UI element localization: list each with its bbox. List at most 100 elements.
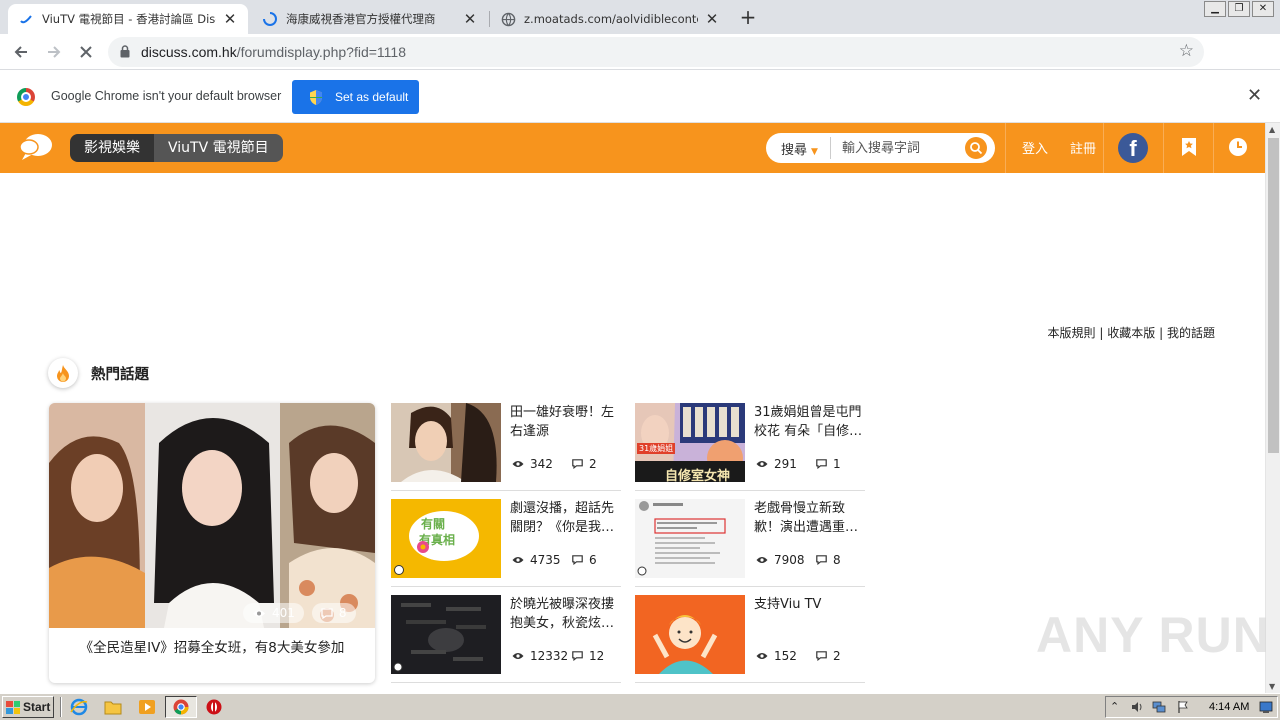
- featured-caption[interactable]: 《全民造星IV》招募全女班，有8大美女參加: [49, 636, 375, 656]
- show-desktop-icon[interactable]: [1259, 700, 1273, 714]
- comment-count: 1: [833, 457, 841, 471]
- breadcrumb-entertainment[interactable]: 影視娛樂: [70, 134, 154, 162]
- eye-icon: [756, 461, 768, 467]
- list-item[interactable]: 有關 有真相 劇還沒播，超話先關閉？《你是我… 4735 6: [391, 499, 621, 587]
- view-count: 152: [774, 649, 797, 663]
- forum-links: 本版規則 | 收藏本版 | 我的話題: [1048, 324, 1215, 341]
- comment-count: 8: [833, 553, 841, 567]
- featured-stats: 401 8: [243, 603, 356, 623]
- eye-icon: [512, 557, 524, 563]
- search-button[interactable]: [965, 137, 987, 159]
- hot-topics-title: 熱門話題: [91, 366, 149, 383]
- address-bar[interactable]: discuss.com.hk/forumdisplay.php?fid=1118…: [108, 37, 1204, 67]
- list-item[interactable]: 31歲娟姐 自修室女神 31歲娟姐曾是屯門校花 有朵「自修… 291 1: [635, 403, 865, 491]
- favorite-forum-link[interactable]: 收藏本版: [1107, 326, 1155, 340]
- tab-moatads[interactable]: z.moatads.com/aolvidiblecontent859 ✕: [490, 4, 730, 34]
- url-host: discuss.com.hk: [141, 44, 237, 60]
- link-separator: |: [1099, 326, 1104, 340]
- tab-title: ViuTV 電視節目 - 香港討論區 Discuss.com.hk: [42, 12, 216, 26]
- topic-title[interactable]: 老戲骨慢立新致歉！演出遭遇重…: [754, 499, 866, 537]
- topic-meta: 4735 6: [512, 553, 597, 567]
- comment-count: 8: [338, 606, 347, 620]
- eye-icon: [512, 461, 524, 467]
- featured-topic-card[interactable]: 401 8 《全民造星IV》招募全女班，有8大美女參加: [49, 403, 375, 683]
- globe-icon: [500, 11, 516, 27]
- set-as-default-button[interactable]: Set as default: [292, 80, 419, 114]
- bookmark-icon[interactable]: [1181, 137, 1197, 157]
- eye-icon: [512, 653, 524, 659]
- system-tray: ⌃ 4:14 AM: [1105, 696, 1278, 718]
- eye-icon: [756, 557, 768, 563]
- tab-close-icon[interactable]: ✕: [704, 11, 720, 27]
- action-center-flag-icon[interactable]: [1176, 700, 1190, 714]
- tray-expand-icon[interactable]: ⌃: [1110, 700, 1124, 714]
- minimize-button[interactable]: ▁: [1204, 1, 1226, 17]
- list-item[interactable]: 支持Viu TV 152 2: [635, 595, 865, 683]
- opera-icon[interactable]: [205, 698, 223, 716]
- topic-title[interactable]: 31歲娟姐曾是屯門校花 有朵「自修…: [754, 403, 866, 441]
- list-item[interactable]: 於曉光被曝深夜摟抱美女，秋瓷炫… 12332 12: [391, 595, 621, 683]
- scrollbar-thumb[interactable]: [1268, 138, 1279, 453]
- anyrun-watermark: ANY RUN: [1036, 607, 1270, 663]
- tab-title: z.moatads.com/aolvidiblecontent859: [524, 12, 698, 26]
- topic-title[interactable]: 田一雄好衰嘢！左右逢源: [510, 403, 622, 441]
- start-label: Start: [23, 700, 51, 714]
- tab-hikvision[interactable]: 海康威視香港官方授權代理商 ✕: [252, 4, 488, 34]
- comment-count: 6: [589, 553, 597, 567]
- topic-thumbnail: [635, 595, 745, 674]
- tab-close-icon[interactable]: ✕: [222, 11, 238, 27]
- url-path: /forumdisplay.php?fid=1118: [236, 44, 406, 60]
- folder-icon[interactable]: [104, 698, 122, 716]
- topic-title[interactable]: 劇還沒播，超話先關閉？《你是我…: [510, 499, 622, 537]
- chrome-logo-icon: [17, 88, 35, 106]
- search-bar: 搜尋 ▼: [766, 133, 995, 163]
- new-tab-button[interactable]: +: [736, 6, 760, 30]
- login-link[interactable]: 登入: [1022, 138, 1048, 157]
- stop-loading-button[interactable]: [74, 40, 98, 64]
- breadcrumb-viutv[interactable]: ViuTV 電視節目: [154, 134, 283, 162]
- comment-count: 2: [589, 457, 597, 471]
- start-button[interactable]: Start: [2, 696, 54, 718]
- shield-icon: [310, 89, 322, 105]
- restore-button[interactable]: ❐: [1228, 1, 1250, 17]
- search-type-dropdown[interactable]: 搜尋 ▼: [781, 139, 818, 158]
- forum-rules-link[interactable]: 本版規則: [1048, 326, 1096, 340]
- topic-title[interactable]: 於曉光被曝深夜摟抱美女，秋瓷炫…: [510, 595, 622, 633]
- list-item[interactable]: 田一雄好衰嘢！左右逢源 342 2: [391, 403, 621, 491]
- facebook-icon[interactable]: f: [1118, 133, 1148, 163]
- comment-icon: [572, 651, 583, 661]
- back-button[interactable]: [9, 40, 33, 64]
- taskbar-separator: [60, 697, 62, 717]
- network-icon[interactable]: [1152, 700, 1166, 714]
- chrome-taskbar-button[interactable]: [165, 696, 197, 718]
- topic-thumbnail: [391, 403, 501, 482]
- topic-meta: 7908 8: [756, 553, 841, 567]
- scroll-up-icon[interactable]: ▲: [1269, 125, 1275, 134]
- close-window-button[interactable]: ✕: [1252, 1, 1274, 17]
- thumbnail-caption-bottom: 自修室女神: [665, 469, 731, 482]
- tab-close-icon[interactable]: ✕: [462, 11, 478, 27]
- infobar-close-icon[interactable]: ✕: [1247, 87, 1262, 105]
- forward-button[interactable]: [42, 40, 66, 64]
- view-count: 401: [272, 606, 295, 620]
- internet-explorer-icon[interactable]: [70, 698, 88, 716]
- tab-title: 海康威視香港官方授權代理商: [286, 12, 436, 26]
- header-divider: [1213, 123, 1214, 173]
- header-divider: [1103, 123, 1104, 173]
- bookmark-star-icon[interactable]: ☆: [1179, 41, 1194, 61]
- tab-viutv[interactable]: ViuTV 電視節目 - 香港討論區 Discuss.com.hk ✕: [8, 4, 248, 34]
- discuss-logo-icon[interactable]: [19, 132, 53, 162]
- media-player-icon[interactable]: [138, 698, 156, 716]
- tab-strip: ViuTV 電視節目 - 香港討論區 Discuss.com.hk ✕ 海康威視…: [0, 0, 1280, 34]
- topic-thumbnail: 31歲娟姐 自修室女神: [635, 403, 745, 482]
- search-icon: [970, 142, 983, 155]
- search-input[interactable]: [842, 137, 960, 159]
- topic-title[interactable]: 支持Viu TV: [754, 595, 866, 633]
- history-clock-icon[interactable]: [1228, 137, 1248, 157]
- register-link[interactable]: 註冊: [1070, 138, 1096, 157]
- my-topics-link[interactable]: 我的話題: [1167, 326, 1215, 340]
- list-item[interactable]: 老戲骨慢立新致歉！演出遭遇重… 7908 8: [635, 499, 865, 587]
- scroll-down-icon[interactable]: ▼: [1269, 682, 1275, 691]
- eye-icon: [756, 653, 768, 659]
- volume-icon[interactable]: [1130, 700, 1144, 714]
